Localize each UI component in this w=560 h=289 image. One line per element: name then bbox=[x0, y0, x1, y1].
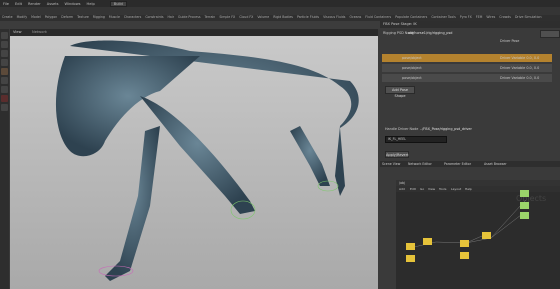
menu-file[interactable]: File bbox=[0, 2, 12, 6]
path-value[interactable]: obj/horse1/rig/rigging_psd bbox=[408, 31, 452, 35]
viewport-tab-bar: View Network bbox=[10, 29, 378, 36]
move-tool-icon[interactable] bbox=[1, 41, 8, 48]
panel-tab[interactable]: FBX Pose Stage: IK bbox=[383, 21, 417, 28]
node[interactable] bbox=[406, 243, 415, 250]
network-tabs: Scene View Network Editor Parameter Edit… bbox=[380, 161, 560, 167]
tab-network-editor[interactable]: Network Editor bbox=[408, 161, 432, 167]
menu-assets[interactable]: Assets bbox=[44, 2, 62, 6]
tab-view[interactable]: View bbox=[13, 29, 22, 36]
pose-row-value: Driver Variable 0.0, 0.0 bbox=[500, 66, 540, 70]
tab-parameter-editor[interactable]: Parameter Editor bbox=[444, 161, 471, 167]
pose-row[interactable]: pose/object Driver Variable 0.0, 0.0 bbox=[382, 54, 552, 62]
node[interactable] bbox=[406, 255, 415, 262]
expression-field[interactable]: IK_FL_HEEL bbox=[385, 136, 447, 143]
pose-row-name: pose/object bbox=[402, 66, 422, 70]
menu-help[interactable]: Help bbox=[84, 2, 98, 6]
node[interactable] bbox=[423, 238, 432, 245]
apply-button[interactable] bbox=[540, 30, 560, 38]
add-pose-button[interactable]: Add Pose Shape bbox=[385, 86, 415, 98]
left-toolbar bbox=[0, 29, 9, 289]
pose-row[interactable]: pose/object Driver Variable 0.0, 0.0 bbox=[382, 64, 552, 72]
tab-network[interactable]: Network bbox=[32, 29, 47, 36]
scene-viewport[interactable] bbox=[10, 36, 378, 289]
desktop-build[interactable]: Build bbox=[109, 0, 127, 7]
pose-row-value: Driver Variable 0.0, 0.0 bbox=[500, 56, 540, 60]
snap-tool-icon[interactable] bbox=[1, 104, 8, 111]
node[interactable] bbox=[482, 232, 491, 239]
node[interactable] bbox=[520, 212, 529, 219]
handle-driver-label: Handle Driver Node bbox=[385, 127, 419, 131]
node[interactable] bbox=[520, 202, 529, 209]
shelf-tool-row bbox=[0, 21, 380, 29]
driver-pose-label: Driver Pose bbox=[500, 39, 520, 43]
menu-windows[interactable]: Windows bbox=[61, 2, 83, 6]
horse-model bbox=[55, 40, 359, 281]
pose-row-name: pose/object bbox=[402, 56, 422, 60]
tab-asset-browser[interactable]: Asset Browser bbox=[484, 161, 507, 167]
node[interactable] bbox=[520, 190, 529, 197]
pose-tool-icon[interactable] bbox=[1, 68, 8, 75]
magnet-tool-icon[interactable] bbox=[1, 95, 8, 102]
menu-edit[interactable]: Edit bbox=[12, 2, 25, 6]
handle-tool-icon[interactable] bbox=[1, 77, 8, 84]
node-wires bbox=[413, 199, 527, 248]
pose-row-value: Driver Variable 0.0, 0.0 bbox=[500, 76, 540, 80]
view-tool-icon[interactable] bbox=[1, 86, 8, 93]
node[interactable] bbox=[460, 252, 469, 259]
menu-bar: File Edit Render Assets Windows Help Bui… bbox=[0, 0, 560, 7]
select-tool-icon[interactable] bbox=[1, 32, 8, 39]
tab-scene-view[interactable]: Scene View bbox=[382, 161, 400, 167]
scale-tool-icon[interactable] bbox=[1, 59, 8, 66]
node[interactable] bbox=[460, 240, 469, 247]
handle-driver-value[interactable]: ../FBX_Pose/rigging_psd_driver bbox=[420, 127, 472, 131]
apply-revert-dropdown[interactable]: Apply/Revert bbox=[385, 151, 409, 158]
pose-row-name: pose/object bbox=[402, 76, 422, 80]
menu-render[interactable]: Render bbox=[25, 2, 44, 6]
pose-row[interactable]: pose/object Driver Variable 0.0, 0.0 bbox=[382, 74, 552, 82]
rotate-tool-icon[interactable] bbox=[1, 50, 8, 57]
network-editor[interactable]: /obj Add Edit Go View Tools Layout Help … bbox=[396, 180, 560, 289]
